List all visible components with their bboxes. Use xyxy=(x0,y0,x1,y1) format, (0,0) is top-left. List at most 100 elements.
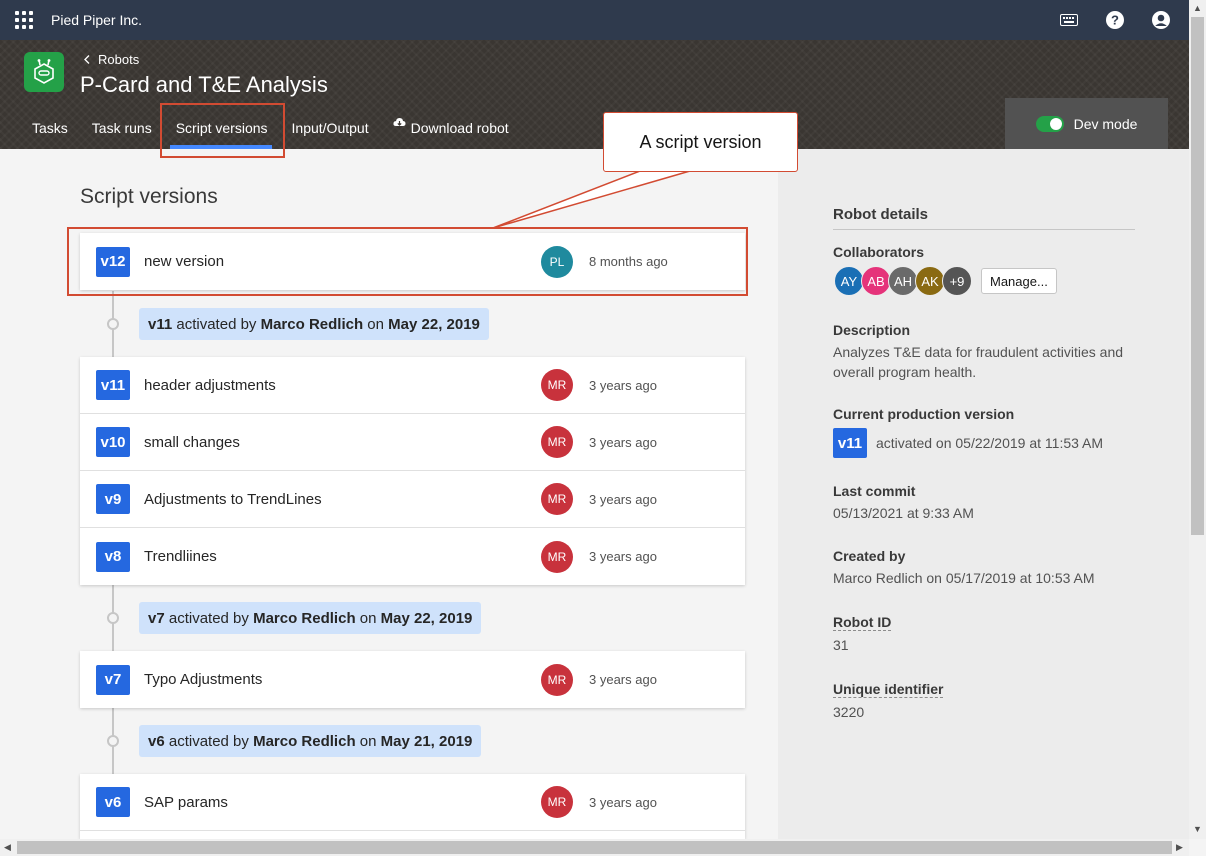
user-profile-icon[interactable] xyxy=(1149,8,1173,32)
scrollbar-thumb[interactable] xyxy=(1191,17,1204,535)
tab-input-output[interactable]: Input/Output xyxy=(280,114,381,149)
version-badge: v8 xyxy=(96,541,130,572)
cloud-download-icon xyxy=(393,117,406,128)
breadcrumb[interactable]: Robots xyxy=(84,52,139,67)
keyboard-icon[interactable] xyxy=(1057,8,1081,32)
robot-id-label[interactable]: Robot ID xyxy=(833,614,892,631)
annotation-highlight-tab xyxy=(160,103,285,158)
collaborators-label: Collaborators xyxy=(833,244,925,260)
version-card: v11 header adjustments MR 3 years ago v1… xyxy=(80,357,745,585)
avatar[interactable]: AK xyxy=(915,266,945,296)
version-card: v7 Typo Adjustments MR 3 years ago xyxy=(80,651,745,708)
scroll-right-icon[interactable]: ▶ xyxy=(1176,842,1183,853)
version-name: small changes xyxy=(144,433,240,451)
top-nav-bar: Pied Piper Inc. ? xyxy=(0,0,1189,40)
activation-date: May 22, 2019 xyxy=(380,609,473,627)
dev-mode-label: Dev mode xyxy=(1073,115,1138,132)
created-by-label: Created by xyxy=(833,548,906,564)
version-time: 3 years ago xyxy=(589,549,657,564)
activation-user: Marco Redlich xyxy=(260,315,364,333)
activation-version: v6 xyxy=(148,732,165,750)
version-badge: v10 xyxy=(96,427,130,457)
avatar: MR xyxy=(541,483,573,515)
version-row[interactable]: v8 Trendliines MR 3 years ago xyxy=(80,528,745,585)
version-row[interactable]: v10 small changes MR 3 years ago xyxy=(80,414,745,471)
horizontal-scrollbar[interactable]: ◀ ▶ xyxy=(0,839,1189,856)
robot-logo-icon xyxy=(24,52,64,92)
activation-text: activated by xyxy=(164,609,254,627)
dev-mode-toggle[interactable]: Dev mode xyxy=(1005,98,1168,149)
activation-user: Marco Redlich xyxy=(253,732,356,750)
callout-label: A script version xyxy=(603,112,798,172)
activation-text: activated by xyxy=(172,315,261,333)
version-row[interactable]: v11 header adjustments MR 3 years ago xyxy=(80,357,745,414)
tab-download-label: Download robot xyxy=(410,120,509,136)
activation-text: on xyxy=(363,315,389,333)
app-switcher-icon[interactable] xyxy=(15,11,33,29)
collaborators-list: AY AB AH AK +9 Manage... xyxy=(834,266,1057,296)
more-collaborators-badge[interactable]: +9 xyxy=(942,266,972,296)
timeline-dot xyxy=(107,318,119,330)
version-name: header adjustments xyxy=(144,376,276,394)
scroll-down-icon[interactable]: ▼ xyxy=(1193,824,1202,834)
description-text: Analyzes T&E data for fraudulent activit… xyxy=(833,344,1124,380)
robot-details-panel: Robot details Collaborators AY AB AH AK … xyxy=(778,149,1189,839)
activation-date: May 22, 2019 xyxy=(388,315,480,333)
svg-text:?: ? xyxy=(1111,13,1119,28)
activation-text: on xyxy=(355,732,381,750)
manage-collaborators-button[interactable]: Manage... xyxy=(981,268,1057,294)
version-badge: v11 xyxy=(96,370,130,400)
version-name: Adjustments to TrendLines xyxy=(144,490,322,508)
tab-tasks[interactable]: Tasks xyxy=(20,114,80,149)
section-title: Script versions xyxy=(80,185,218,208)
unique-identifier-value: 3220 xyxy=(833,704,865,720)
version-badge: v7 xyxy=(96,664,130,695)
version-name: Typo Adjustments xyxy=(144,671,263,688)
version-row[interactable]: v6 SAP params MR 3 years ago xyxy=(80,774,745,831)
vertical-scrollbar[interactable]: ▲ ▼ xyxy=(1189,0,1206,839)
created-by-value: Marco Redlich on 05/17/2019 at 10:53 AM xyxy=(833,570,1095,586)
robot-details-title: Robot details xyxy=(833,206,1135,230)
scroll-up-icon[interactable]: ▲ xyxy=(1193,3,1202,13)
version-row[interactable]: v9 Adjustments to TrendLines MR 3 years … xyxy=(80,471,745,528)
version-row[interactable]: v7 Typo Adjustments MR 3 years ago xyxy=(80,651,745,708)
current-production-label: Current production version xyxy=(833,406,1015,422)
avatar: MR xyxy=(541,663,573,696)
activation-banner: v11 activated by Marco Redlich on May 22… xyxy=(139,308,489,340)
timeline-dot xyxy=(107,735,119,747)
avatar[interactable]: AH xyxy=(888,266,918,296)
robot-id-value: 31 xyxy=(833,637,849,653)
avatar: MR xyxy=(541,369,573,401)
annotation-highlight-version xyxy=(67,227,748,296)
activation-text: activated by xyxy=(164,732,254,750)
avatar: MR xyxy=(541,540,573,573)
description-label: Description xyxy=(833,322,911,338)
activation-date: May 21, 2019 xyxy=(380,732,473,750)
version-badge: v9 xyxy=(96,484,130,514)
timeline-dot xyxy=(107,612,119,624)
version-time: 3 years ago xyxy=(589,434,657,450)
tab-task-runs[interactable]: Task runs xyxy=(80,114,164,149)
scrollbar-thumb[interactable] xyxy=(17,841,1172,854)
version-badge: v11 xyxy=(833,428,867,458)
toggle-switch[interactable] xyxy=(1035,115,1064,132)
help-icon[interactable]: ? xyxy=(1103,8,1127,32)
activation-text: on xyxy=(355,609,381,627)
version-time: 3 years ago xyxy=(589,377,657,393)
avatar[interactable]: AY xyxy=(834,266,864,296)
activation-banner: v7 activated by Marco Redlich on May 22,… xyxy=(139,602,482,634)
unique-identifier-label[interactable]: Unique identifier xyxy=(833,681,944,698)
avatar: MR xyxy=(541,786,573,818)
org-name[interactable]: Pied Piper Inc. xyxy=(51,12,142,28)
scroll-left-icon[interactable]: ◀ xyxy=(4,842,11,853)
last-commit-value: 05/13/2021 at 9:33 AM xyxy=(833,505,974,521)
activation-version: v11 xyxy=(148,315,173,333)
version-time: 3 years ago xyxy=(589,672,657,687)
version-badge: v6 xyxy=(96,787,130,817)
version-card: v6 SAP params MR 3 years ago xyxy=(80,774,745,839)
tab-download-robot[interactable]: Download robot xyxy=(381,114,521,149)
avatar[interactable]: AB xyxy=(861,266,891,296)
breadcrumb-robots[interactable]: Robots xyxy=(98,52,139,67)
version-time: 3 years ago xyxy=(589,491,657,507)
last-commit-label: Last commit xyxy=(833,483,916,499)
